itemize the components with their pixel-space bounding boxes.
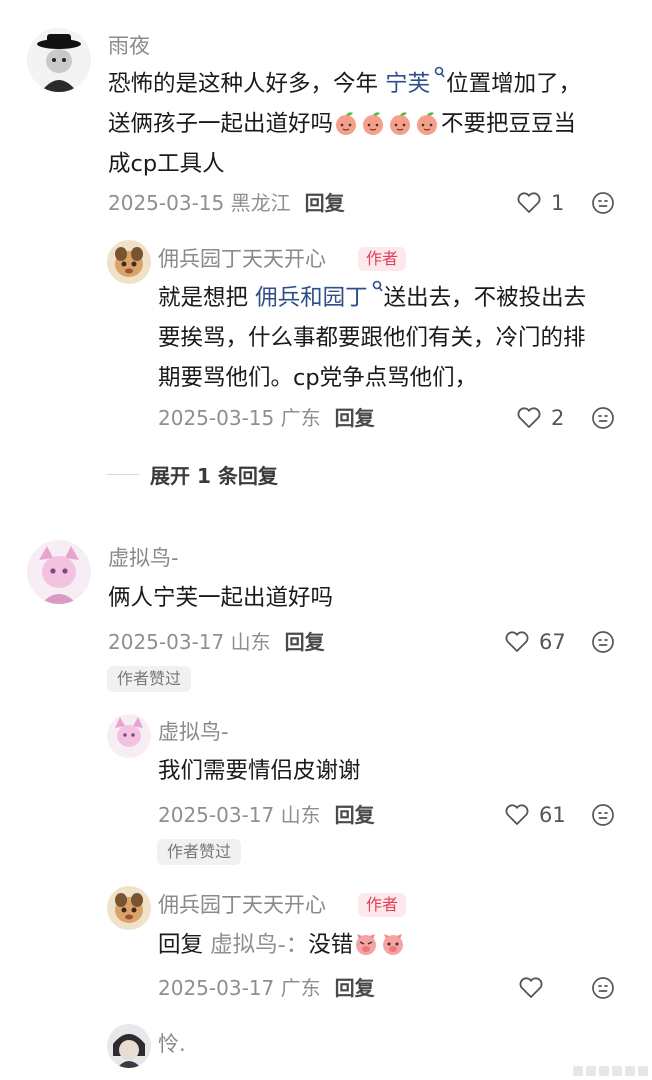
topic-link[interactable]: 佣兵和园丁 [255,285,368,311]
peach-emoji-icon [390,112,411,135]
comment-text-segment: 期要骂他们。cp党争点骂他们， [158,365,478,391]
comment-date-location: 2025-03-15 黑龙江 [108,191,291,215]
comment-date-location: 2025-03-17 山东 [108,630,271,654]
like-button[interactable] [518,973,553,1003]
reply-prefix: 回复 [158,932,211,958]
comment-text-segment: 就是想把 [158,285,256,311]
avatar[interactable] [107,1024,151,1068]
comment-text-segment: 俩人宁芙一起出道好吗 [108,585,334,611]
like-button[interactable]: 61 [504,800,566,830]
expand-divider [107,474,139,475]
emoji-face-icon[interactable] [591,630,615,654]
like-count: 1 [551,191,565,215]
comment-text-segment: 我们需要情侣皮谢谢 [158,758,361,784]
like-count: 2 [551,406,565,430]
like-button[interactable]: 67 [504,627,566,657]
reply-button[interactable]: 回复 [305,191,345,215]
comment-text-segment: 不要把豆豆当 [441,111,577,137]
commenter-name[interactable]: 虚拟鸟- [158,718,229,746]
heart-outline-icon [517,407,541,428]
comment-text: 就是想把 佣兵和园丁 送出去，不被投出去 要挨骂，什么事都要跟他们有关，冷门的排 … [158,278,628,398]
avatar[interactable] [27,28,91,92]
reply-to-user[interactable]: 虚拟鸟-： [210,932,308,958]
comment-meta: 2025-03-15 黑龙江 回复 [108,189,345,217]
search-icon[interactable] [372,280,384,294]
commenter-name[interactable]: 佣兵园丁天天开心 [158,891,326,919]
comment-text-segment: 成cp工具人 [108,151,225,177]
search-icon[interactable] [434,66,446,80]
heart-outline-icon [505,631,529,652]
author-liked-badge: 作者赞过 [107,666,192,692]
avatar[interactable] [107,240,151,284]
comment-date-location: 2025-03-15 广东 [158,406,321,430]
comment-meta: 2025-03-17 广东 回复 [158,974,375,1002]
emoji-face-icon[interactable] [591,803,615,827]
emoji-face-icon[interactable] [591,191,615,215]
author-liked-badge: 作者赞过 [157,839,242,865]
heart-outline-icon [519,977,543,998]
comment-meta: 2025-03-15 广东 回复 [158,404,375,432]
comment-text-segment: 没错 [308,932,354,958]
peach-emoji-icon [336,112,357,135]
commenter-name[interactable]: 佣兵园丁天天开心 [158,245,326,273]
like-button[interactable]: 2 [516,403,564,433]
expand-replies-button[interactable]: 展开 1 条回复 [150,460,278,489]
peach-emoji-icon [363,112,384,135]
comment-text: 我们需要情侣皮谢谢 [158,751,628,791]
comment-date-location: 2025-03-17 广东 [158,976,321,1000]
comment-meta: 2025-03-17 山东 回复 [108,628,325,656]
reply-button[interactable]: 回复 [285,630,325,654]
pig-angry-emoji-icon [383,934,404,955]
avatar[interactable] [107,714,151,758]
emoji-face-icon[interactable] [591,976,615,1000]
like-count: 61 [539,803,566,827]
pig-angry-emoji-icon [356,934,377,955]
comment-text-segment: 送出去，不被投出去 [383,285,587,311]
comment-text-segment: 恐怖的是这种人好多，今年 [108,71,386,97]
like-button[interactable]: 1 [516,188,564,218]
topic-link[interactable]: 宁芙 [385,71,430,97]
comment-text-segment: 位置增加了， [446,71,582,97]
comment-text: 回复 虚拟鸟-：没错 [158,925,628,965]
heart-outline-icon [505,804,529,825]
comment-text-segment: 送俩孩子一起出道好吗 [108,111,334,137]
avatar[interactable] [107,886,151,930]
commenter-name[interactable]: 怜. [158,1030,186,1058]
comment-text-segment: 要挨骂，什么事都要跟他们有关，冷门的排 [158,325,586,351]
heart-outline-icon [517,192,541,213]
like-count: 67 [539,630,566,654]
commenter-name[interactable]: 雨夜 [108,32,150,60]
comment-meta: 2025-03-17 山东 回复 [158,801,375,829]
reply-button[interactable]: 回复 [335,976,375,1000]
emoji-face-icon[interactable] [591,406,615,430]
author-badge: 作者 [358,247,407,271]
author-badge: 作者 [358,893,407,917]
watermark [573,1066,648,1076]
commenter-name[interactable]: 虚拟鸟- [108,544,179,572]
avatar[interactable] [27,540,91,604]
comment-date-location: 2025-03-17 山东 [158,803,321,827]
reply-button[interactable]: 回复 [335,406,375,430]
comment-text: 恐怖的是这种人好多，今年 宁芙 位置增加了， 送俩孩子一起出道好吗 不要把豆豆当 成… [108,64,628,184]
peach-emoji-icon [417,112,438,135]
comment-text: 俩人宁芙一起出道好吗 [108,578,628,618]
reply-button[interactable]: 回复 [335,803,375,827]
